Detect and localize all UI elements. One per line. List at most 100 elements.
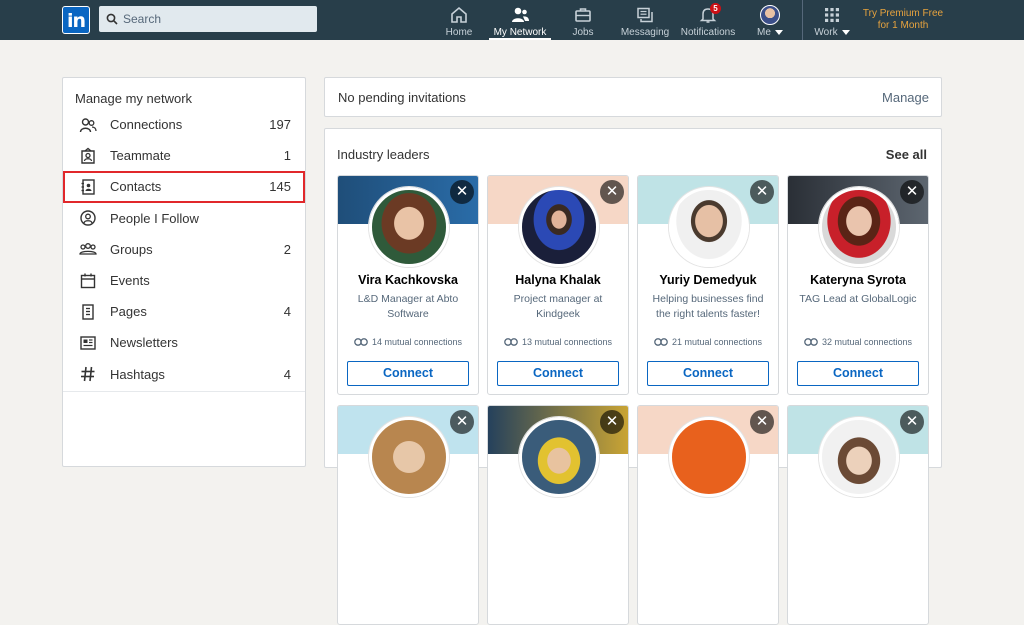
invitations-status: No pending invitations — [338, 90, 466, 105]
linkedin-logo[interactable]: in — [62, 6, 90, 34]
sidebar-item-hashtags[interactable]: Hashtags 4 — [63, 359, 305, 390]
avatar — [519, 187, 599, 267]
nav-home[interactable]: Home — [443, 0, 475, 40]
nav-my-network[interactable]: My Network — [489, 0, 551, 40]
sidebar-item-label: Events — [110, 273, 150, 289]
avatar — [819, 417, 899, 497]
sidebar-item-people-i-follow[interactable]: People I Follow — [63, 203, 305, 234]
see-all-link[interactable]: See all — [886, 147, 927, 162]
mutual-connections: 32 mutual connections — [788, 337, 928, 347]
sidebar-item-label: Hashtags — [110, 366, 165, 382]
sidebar-item-label: Contacts — [110, 179, 162, 195]
close-icon[interactable]: ✕ — [600, 410, 624, 434]
manage-network-card: Manage my network Connections 197 Teamma… — [62, 77, 306, 467]
person-card[interactable]: ✕ Yuriy Demedyuk Helping businesses find… — [637, 175, 779, 395]
person-headline: TAG Lead at GlobalLogic — [799, 293, 917, 305]
chevron-down-icon — [774, 29, 783, 35]
avatar — [369, 187, 449, 267]
my-network-icon — [512, 7, 529, 22]
person-card[interactable]: ✕ Halyna Khalak Project manager at Kindg… — [487, 175, 629, 395]
sidebar-item-count: 197 — [269, 117, 291, 133]
sidebar-item-label: People I Follow — [110, 210, 199, 226]
manage-invitations-link[interactable]: Manage — [882, 90, 929, 105]
sidebar-item-connections[interactable]: Connections 197 — [63, 109, 305, 140]
avatar — [669, 187, 749, 267]
close-icon[interactable]: ✕ — [600, 180, 624, 204]
search-box[interactable] — [99, 6, 317, 32]
person-card[interactable]: ✕ — [337, 405, 479, 625]
connect-button[interactable]: Connect — [497, 361, 619, 386]
mutual-connections-icon — [804, 338, 818, 346]
sidebar-item-label: Connections — [110, 117, 183, 133]
search-input[interactable] — [123, 12, 313, 26]
try-premium-link[interactable]: Try Premium Free for 1 Month — [860, 8, 946, 32]
nav-notifications[interactable]: 5 Notifications — [680, 0, 736, 40]
mutual-connections: 21 mutual connections — [638, 337, 778, 347]
network-menu: Connections 197 Teammate 1 Contacts 145 … — [63, 109, 305, 390]
briefcase-icon — [575, 8, 591, 22]
notifications-badge: 5 — [710, 3, 721, 14]
premium-line-2: for 1 Month — [877, 20, 929, 31]
sidebar-item-label: Teammate — [110, 148, 171, 164]
messaging-icon — [637, 7, 653, 23]
nav-notifications-label: Notifications — [680, 27, 736, 38]
close-icon[interactable]: ✕ — [900, 180, 924, 204]
nav-home-label: Home — [445, 27, 473, 38]
mutual-connections: 13 mutual connections — [488, 337, 628, 347]
follow-icon — [80, 210, 96, 226]
person-name[interactable]: Kateryna Syrota — [788, 273, 928, 287]
industry-leaders-section: Industry leaders See all ✕ Vira Kachkovs… — [324, 128, 942, 625]
nav-work[interactable]: Work — [813, 0, 851, 40]
top-nav-bar: in Home My Network Jobs Messaging 5 N — [0, 0, 1024, 40]
connect-button[interactable]: Connect — [647, 361, 769, 386]
connect-button[interactable]: Connect — [797, 361, 919, 386]
sidebar-item-contacts[interactable]: Contacts 145 — [63, 171, 305, 203]
nav-messaging-label: Messaging — [620, 27, 670, 38]
nav-me[interactable]: Me — [753, 0, 787, 40]
mutual-connections-icon — [354, 338, 368, 346]
close-icon[interactable]: ✕ — [750, 180, 774, 204]
hashtag-icon — [81, 367, 95, 382]
connect-button[interactable]: Connect — [347, 361, 469, 386]
sidebar-item-newsletters[interactable]: Newsletters — [63, 327, 305, 358]
mutual-connections-icon — [654, 338, 668, 346]
person-name[interactable]: Yuriy Demedyuk — [638, 273, 778, 287]
person-card[interactable]: ✕ Kateryna Syrota TAG Lead at GlobalLogi… — [787, 175, 929, 395]
avatar — [369, 417, 449, 497]
mutual-connections-text: 21 mutual connections — [671, 337, 763, 347]
calendar-icon — [80, 273, 96, 288]
avatar — [669, 417, 749, 497]
avatar — [819, 187, 899, 267]
sidebar-item-groups[interactable]: Groups 2 — [63, 234, 305, 265]
person-name[interactable]: Halyna Khalak — [488, 273, 628, 287]
nav-my-network-label: My Network — [493, 27, 547, 38]
sidebar-item-teammate[interactable]: Teammate 1 — [63, 140, 305, 171]
avatar — [519, 417, 599, 497]
sidebar-item-pages[interactable]: Pages 4 — [63, 296, 305, 327]
nav-work-label: Work — [814, 27, 838, 38]
mutual-connections: 14 mutual connections — [338, 337, 478, 347]
mutual-connections-text: 32 mutual connections — [821, 337, 913, 347]
sidebar-item-count: 4 — [283, 366, 291, 382]
sidebar-item-events[interactable]: Events — [63, 265, 305, 296]
nav-jobs[interactable]: Jobs — [568, 0, 598, 40]
close-icon[interactable]: ✕ — [900, 410, 924, 434]
home-icon — [451, 6, 467, 23]
sidebar-item-label: Groups — [110, 241, 153, 257]
person-card[interactable]: ✕ — [787, 405, 929, 625]
person-name[interactable]: Vira Kachkovska — [338, 273, 478, 287]
close-icon[interactable]: ✕ — [750, 410, 774, 434]
close-icon[interactable]: ✕ — [450, 410, 474, 434]
profile-avatar — [760, 5, 780, 25]
connections-icon — [79, 117, 97, 132]
teammate-icon — [81, 147, 95, 164]
nav-messaging[interactable]: Messaging — [621, 0, 669, 40]
sidebar-divider — [63, 391, 305, 392]
nav-divider — [802, 0, 803, 40]
person-headline: Project manager at Kindgeek — [513, 293, 603, 320]
person-card[interactable]: ✕ — [637, 405, 779, 625]
person-card[interactable]: ✕ — [487, 405, 629, 625]
newsletter-icon — [80, 336, 96, 350]
person-card[interactable]: ✕ Vira Kachkovska L&D Manager at Abto So… — [337, 175, 479, 395]
close-icon[interactable]: ✕ — [450, 180, 474, 204]
